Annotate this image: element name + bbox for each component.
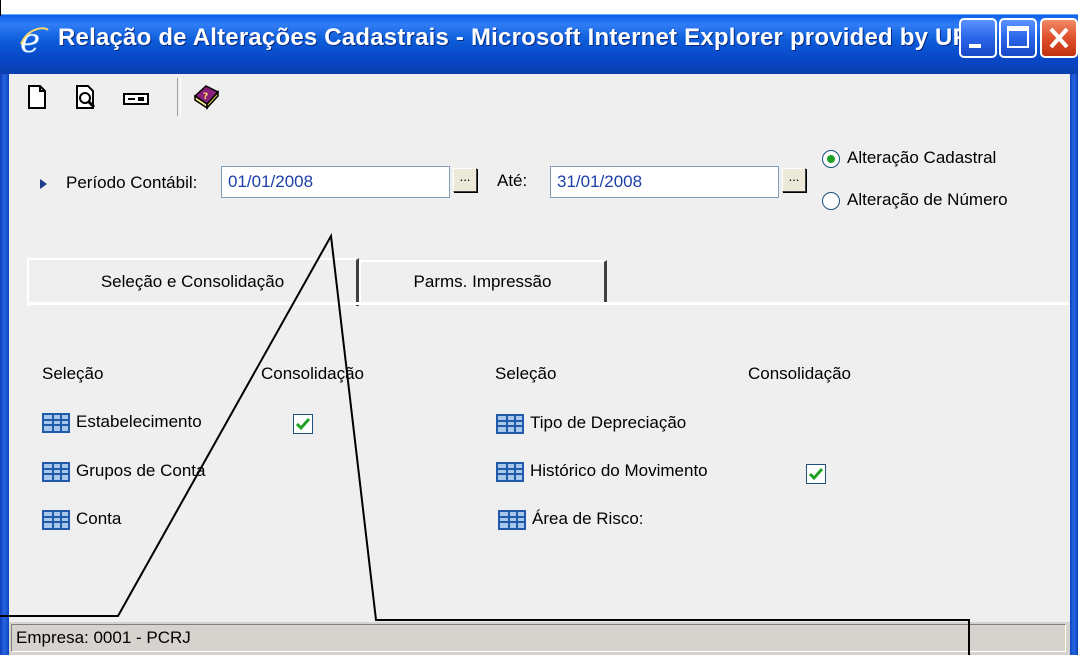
status-company: Empresa: 0001 - PCRJ: [11, 624, 1066, 652]
period-to-input[interactable]: [550, 166, 779, 198]
radio-label-alteracao-numero: Alteração de Número: [847, 190, 1008, 209]
selection-item-conta[interactable]: Conta: [76, 509, 121, 529]
minimize-button[interactable]: [959, 18, 997, 58]
period-from-input[interactable]: [221, 166, 450, 198]
maximize-button[interactable]: [999, 18, 1037, 58]
table-icon[interactable]: [42, 413, 70, 433]
checkmark-icon: [295, 418, 311, 431]
period-label: Período Contábil:: [66, 173, 198, 192]
period-from-lookup-button[interactable]: ...: [453, 168, 477, 192]
selection-item-estabelecimento[interactable]: Estabelecimento: [76, 412, 202, 432]
maximize-icon: [1007, 26, 1029, 48]
arrow-right-icon: [40, 179, 47, 189]
selection-item-grupos-conta[interactable]: Grupos de Conta: [76, 461, 205, 481]
radio-label-alteracao-cadastral: Alteração Cadastral: [847, 148, 997, 167]
tab-panel-border: [27, 302, 1069, 305]
left-selection-header: Seleção: [42, 364, 104, 383]
table-icon[interactable]: [498, 510, 526, 530]
selection-item-tipo-depreciacao[interactable]: Tipo de Depreciação: [530, 413, 686, 433]
table-icon[interactable]: [42, 462, 70, 482]
radio-alteracao-numero[interactable]: [822, 192, 840, 210]
left-consolidation-header: Consolidação: [261, 364, 365, 383]
toolbar: ?: [9, 74, 1070, 120]
window-title: Relação de Alterações Cadastrais - Micro…: [58, 24, 992, 51]
title-bar[interactable]: e Relação de Alterações Cadastrais - Mic…: [0, 14, 1078, 74]
close-button[interactable]: [1040, 18, 1078, 58]
period-to-lookup-button[interactable]: ...: [782, 168, 806, 192]
tab-parms-impressao[interactable]: Parms. Impressão: [359, 260, 607, 304]
consolidation-checkbox-historico-movimento[interactable]: [806, 464, 826, 484]
radio-selected-dot: [827, 155, 835, 163]
tab-selecao-consolidacao[interactable]: Seleção e Consolidação: [27, 258, 359, 306]
selection-item-area-risco[interactable]: Área de Risco:: [532, 509, 644, 529]
table-icon[interactable]: [496, 462, 524, 482]
consolidation-checkbox-estabelecimento[interactable]: [293, 414, 313, 434]
internet-explorer-icon: e: [20, 22, 49, 58]
tab-label: Seleção e Consolidação: [100, 272, 285, 291]
printer-setup-icon[interactable]: [121, 82, 151, 112]
selection-item-historico-movimento[interactable]: Histórico do Movimento: [530, 461, 708, 481]
radio-alteracao-cadastral[interactable]: [822, 150, 840, 168]
new-document-icon[interactable]: [23, 82, 53, 112]
print-preview-icon[interactable]: [71, 82, 101, 112]
until-label: Até:: [497, 171, 528, 190]
tab-label: Parms. Impressão: [413, 272, 552, 291]
window-border-right: [1070, 74, 1078, 655]
toolbar-separator: [177, 78, 181, 116]
app-window: e Relação de Alterações Cadastrais - Mic…: [0, 0, 1078, 655]
svg-text:?: ?: [203, 92, 208, 102]
close-icon: [1049, 27, 1069, 49]
window-border-left: [0, 74, 9, 655]
table-icon[interactable]: [496, 414, 524, 434]
client-area: ? Período Contábil: ... Até: ... Alteraç…: [9, 74, 1070, 655]
status-bar: Empresa: 0001 - PCRJ: [9, 622, 1070, 655]
checkmark-icon: [808, 468, 824, 481]
table-icon[interactable]: [42, 510, 70, 530]
right-selection-header: Seleção: [495, 364, 557, 383]
help-book-icon[interactable]: ?: [191, 82, 221, 112]
minimize-icon: [969, 44, 981, 48]
right-consolidation-header: Consolidação: [748, 364, 852, 383]
